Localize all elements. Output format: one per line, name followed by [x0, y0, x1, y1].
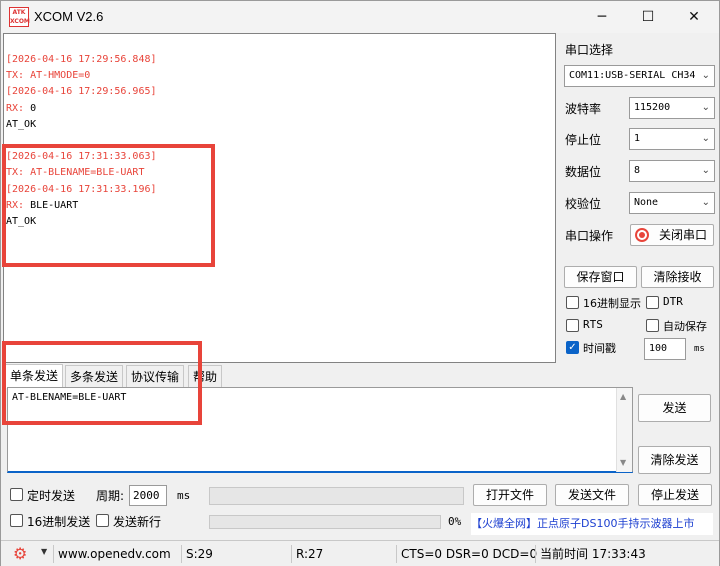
- receive-line-text: 0: [24, 102, 37, 114]
- status-bar: ⚙ ▼ www.openedv.com S:29 R:27 CTS=0 DSR=…: [1, 540, 719, 566]
- auto-save-checkbox[interactable]: [646, 319, 659, 332]
- hex-send-label: 16进制发送: [27, 515, 91, 529]
- receive-line: [2026-04-16 17:29:56.965]: [6, 86, 157, 98]
- close-button[interactable]: ✕: [671, 1, 717, 33]
- chevron-down-icon: ⌄: [701, 197, 710, 208]
- chevron-down-icon: ⌄: [701, 70, 710, 81]
- period-input[interactable]: 2000: [129, 485, 167, 506]
- scroll-up-icon[interactable]: ▲: [620, 392, 626, 401]
- save-window-button[interactable]: 保存窗口: [564, 266, 637, 288]
- gear-icon[interactable]: ⚙: [13, 545, 27, 563]
- stop-bits-value: 1: [634, 133, 641, 144]
- xcom-window: ATK XCOM XCOM V2.6 ─ ☐ ✕ [2026-04-16 17:…: [0, 0, 720, 566]
- timestamp-unit: ms: [694, 344, 705, 354]
- baud-select-value: 115200: [634, 102, 671, 113]
- status-line-signals: CTS=0 DSR=0 DCD=0: [396, 545, 537, 563]
- receive-line: [2026-04-16 17:29:56.848]: [6, 54, 157, 65]
- receive-line: TX: AT-HMODE=0: [6, 70, 91, 82]
- stop-bits-label: 停止位: [565, 133, 602, 147]
- auto-save-label: 自动保存: [663, 320, 707, 333]
- timestamp-value: 100: [649, 343, 668, 354]
- clear-send-button[interactable]: 清除发送: [638, 446, 711, 474]
- chevron-down-icon: ⌄: [701, 133, 710, 144]
- close-port-label: 关闭串口: [658, 228, 707, 242]
- period-unit: ms: [177, 489, 191, 502]
- port-operation-label: 串口操作: [565, 229, 614, 243]
- status-sent-count: S:29: [181, 545, 287, 563]
- minimize-button[interactable]: ─: [579, 1, 625, 33]
- rts-checkbox[interactable]: [566, 319, 579, 332]
- app-logo-icon: ATK XCOM: [9, 7, 30, 27]
- period-label: 周期:: [96, 489, 125, 503]
- dtr-checkbox[interactable]: [646, 296, 659, 309]
- scroll-down-icon[interactable]: ▼: [620, 458, 626, 467]
- port-select[interactable]: COM11:USB-SERIAL CH34 ⌄: [564, 65, 715, 87]
- baud-label: 波特率: [565, 102, 602, 116]
- send-file-button[interactable]: 发送文件: [555, 484, 629, 506]
- port-label: 串口选择: [565, 43, 614, 57]
- data-bits-select[interactable]: 8 ⌄: [629, 160, 715, 182]
- maximize-button[interactable]: ☐: [625, 1, 671, 33]
- send-progress-bar: [209, 515, 441, 529]
- file-path-field: [209, 487, 464, 505]
- receive-line-prefix: RX:: [6, 102, 25, 114]
- app-logo-top: ATK: [12, 9, 26, 16]
- parity-value: None: [634, 197, 659, 208]
- timed-send-checkbox[interactable]: [10, 488, 23, 501]
- baud-select[interactable]: 115200 ⌄: [629, 97, 715, 119]
- clear-receive-button[interactable]: 清除接收: [641, 266, 714, 288]
- title-bar: ATK XCOM XCOM V2.6 ─ ☐ ✕: [1, 1, 719, 33]
- record-icon: [635, 228, 649, 242]
- timed-send-label: 定时发送: [27, 489, 76, 503]
- timestamp-input[interactable]: 100: [644, 338, 686, 360]
- data-bits-value: 8: [634, 165, 641, 176]
- hex-send-checkbox[interactable]: [10, 514, 23, 527]
- receive-line: AT_OK: [6, 118, 37, 130]
- send-button[interactable]: 发送: [638, 394, 711, 422]
- status-received-count: R:27: [291, 545, 395, 563]
- timestamp-checkbox[interactable]: ✓: [566, 341, 579, 354]
- open-file-button[interactable]: 打开文件: [473, 484, 547, 506]
- timestamp-label: 时间戳: [583, 342, 616, 355]
- chevron-down-icon: ⌄: [701, 102, 710, 113]
- data-bits-label: 数据位: [565, 165, 602, 179]
- highlight-box-receive: [2, 144, 215, 267]
- status-current-time: 当前时间 17:33:43: [535, 545, 719, 563]
- promo-link[interactable]: 【火爆全网】正点原子DS100手持示波器上市: [471, 513, 713, 535]
- rts-label: RTS: [583, 318, 603, 331]
- caret-down-icon[interactable]: ▼: [41, 547, 47, 556]
- send-progress-percent: 0%: [448, 515, 462, 528]
- parity-select[interactable]: None ⌄: [629, 192, 715, 214]
- window-title: XCOM V2.6: [34, 9, 104, 24]
- receive-line: RX: 0: [6, 103, 36, 114]
- port-select-value: COM11:USB-SERIAL CH34: [569, 70, 696, 81]
- close-port-button[interactable]: 关闭串口: [630, 224, 714, 246]
- stop-send-button[interactable]: 停止发送: [638, 484, 712, 506]
- parity-label: 校验位: [565, 197, 602, 211]
- hex-display-checkbox[interactable]: [566, 296, 579, 309]
- app-logo-bottom: XCOM: [10, 18, 30, 25]
- stop-bits-select[interactable]: 1 ⌄: [629, 128, 715, 150]
- chevron-down-icon: ⌄: [701, 165, 710, 176]
- status-url[interactable]: www.openedv.com: [53, 545, 177, 563]
- dtr-label: DTR: [663, 295, 683, 308]
- highlight-box-send: [2, 341, 202, 425]
- send-scrollbar[interactable]: ▲ ▼: [616, 388, 632, 472]
- send-newline-checkbox[interactable]: [96, 514, 109, 527]
- send-newline-label: 发送新行: [113, 515, 162, 529]
- hex-display-label: 16进制显示: [583, 297, 641, 310]
